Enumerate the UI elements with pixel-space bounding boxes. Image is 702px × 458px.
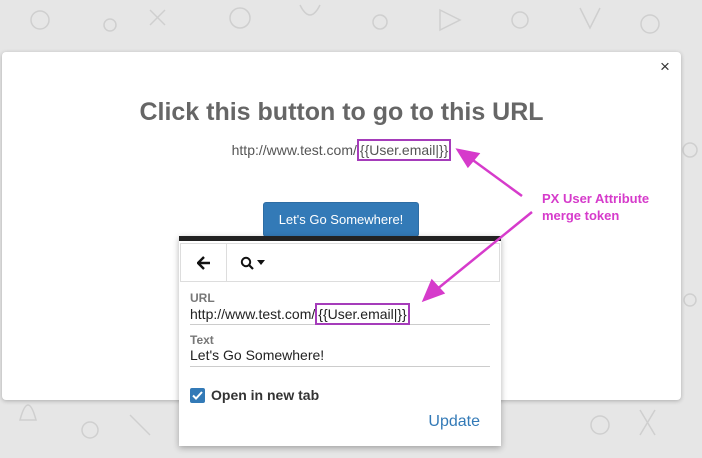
arrow-left-icon <box>196 255 210 270</box>
url-input[interactable]: http://www.test.com/{{User.email|}} <box>190 303 490 325</box>
caret-down-icon <box>256 259 265 265</box>
text-input[interactable]: Let's Go Somewhere! <box>190 345 490 367</box>
modal-title: Click this button to go to this URL <box>139 98 544 126</box>
popup-toolbar <box>180 243 500 282</box>
go-somewhere-button[interactable]: Let's Go Somewhere! <box>263 202 419 237</box>
annotation-line-2: merge token <box>542 208 620 223</box>
close-icon[interactable]: × <box>657 58 673 75</box>
open-new-tab-checkbox[interactable] <box>190 387 205 403</box>
update-button[interactable]: Update <box>428 413 480 431</box>
merge-token: {{User.email|}} <box>356 139 452 161</box>
open-new-tab-row: Open in new tab <box>190 387 319 403</box>
search-dropdown-button[interactable] <box>227 244 277 281</box>
annotation-label: PX User Attribute merge token <box>542 190 682 224</box>
url-display: http://www.test.com/{{User.email|}} <box>2 139 681 161</box>
search-icon <box>240 256 254 270</box>
annotation-line-1: PX User Attribute <box>542 191 650 206</box>
link-edit-popup: URL http://www.test.com/{{User.email|}} … <box>179 236 501 446</box>
checkmark-icon <box>192 390 203 400</box>
back-button[interactable] <box>181 244 227 281</box>
url-input-token: {{User.email|}} <box>315 303 410 325</box>
url-input-prefix: http://www.test.com/ <box>190 306 316 322</box>
url-prefix: http://www.test.com/ <box>231 142 357 158</box>
open-new-tab-label: Open in new tab <box>211 387 320 403</box>
